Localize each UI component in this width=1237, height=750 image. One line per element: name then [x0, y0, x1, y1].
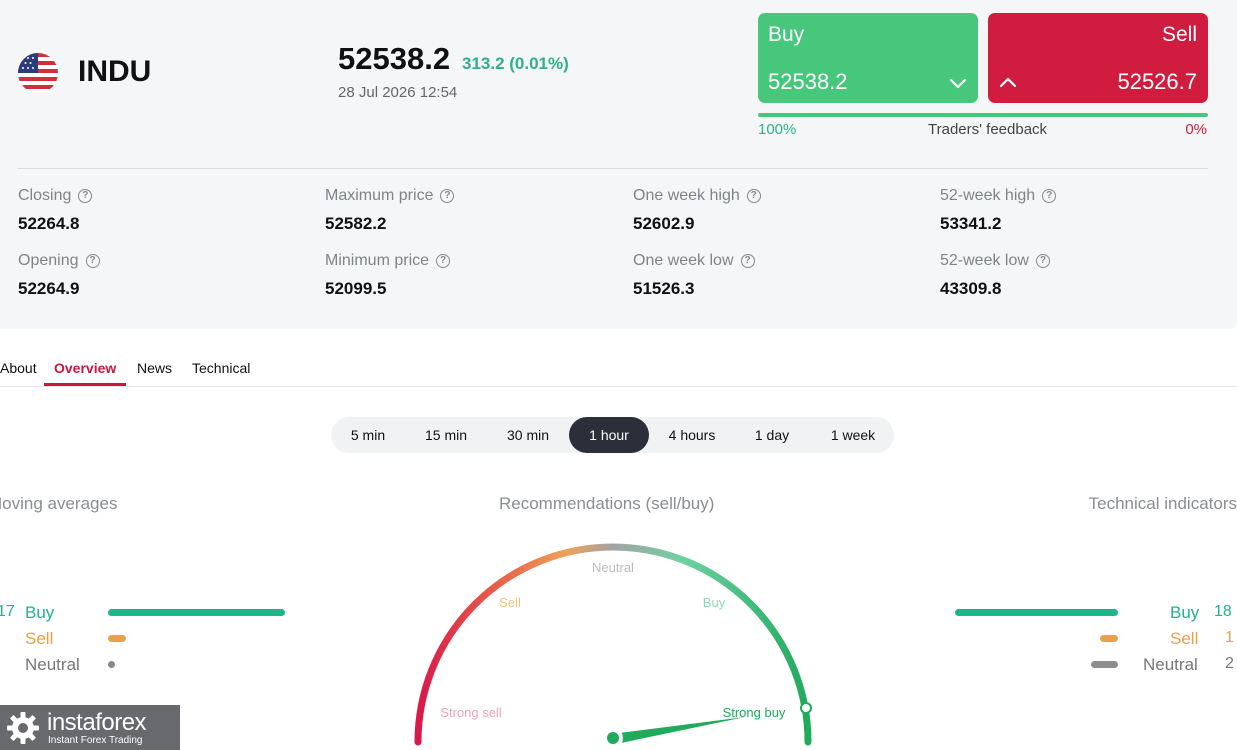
price-datetime: 28 Jul 2026 12:54: [338, 84, 458, 101]
instaforex-logo: instaforex Instant Forex Trading: [0, 705, 180, 750]
stat-value: 52602.9: [633, 214, 695, 233]
stat-value: 52582.2: [325, 214, 387, 233]
ma-buy-label: Buy: [25, 603, 55, 622]
stat-maximum-price: Maximum price? 52582.2: [325, 187, 455, 234]
gauge-level-marker: [800, 702, 812, 714]
logo-name: instaforex: [47, 709, 147, 736]
feedback-sell-percent: 0%: [1185, 121, 1207, 138]
stat-opening: Opening? 52264.9: [18, 252, 100, 299]
help-icon[interactable]: ?: [436, 254, 451, 268]
tab-about[interactable]: About: [0, 360, 37, 376]
us-flag-icon: [18, 53, 58, 93]
timeframe-30-min[interactable]: 30 min: [495, 417, 561, 453]
ma-sell-label: Sell: [25, 629, 54, 648]
stat-label: 52-week low: [940, 252, 1029, 269]
help-icon[interactable]: ?: [1042, 189, 1057, 203]
timeframe-5-min[interactable]: 5 min: [337, 417, 399, 453]
stat-52-week-low: 52-week low? 43309.8: [940, 252, 1050, 299]
ti-sell-label: Sell: [1170, 629, 1199, 648]
active-tab-indicator: [44, 383, 126, 386]
help-icon[interactable]: ?: [1035, 254, 1050, 268]
feedback-label: Traders' feedback: [928, 121, 1048, 138]
ma-neutral-bar: [108, 661, 115, 668]
tab-technical[interactable]: Technical: [192, 360, 250, 376]
gear-icon: [7, 712, 39, 744]
moving-averages-title: Moving averages: [0, 494, 118, 513]
gauge-label-neutral: Neutral: [592, 560, 634, 575]
help-icon[interactable]: ?: [740, 254, 755, 268]
stat-value: 51526.3: [633, 279, 695, 298]
stat-value: 53341.2: [940, 214, 1002, 233]
ti-buy-label: Buy: [1170, 603, 1200, 622]
stat-label: Maximum price: [325, 187, 434, 204]
stat-closing: Closing? 52264.8: [18, 187, 93, 234]
feedback-buy-percent: 100%: [758, 121, 797, 138]
ti-neutral-count: 2: [1225, 655, 1234, 672]
stat-label: One week high: [633, 187, 740, 204]
stat-52-week-high: 52-week high? 53341.2: [940, 187, 1057, 234]
ti-sell-bar: [1100, 635, 1118, 642]
buy-price: 52538.2: [768, 69, 848, 94]
help-icon[interactable]: ?: [78, 189, 93, 203]
sell-label: Sell: [1161, 23, 1197, 46]
stat-one-week-low: One week low? 51526.3: [633, 252, 755, 299]
recommendations-title: Recommendations (sell/buy): [499, 494, 715, 513]
chevron-up-icon: [999, 77, 1017, 88]
timeframe-selector: 5 min 15 min 30 min 1 hour 4 hours 1 day…: [331, 417, 894, 453]
logo-tagline: Instant Forex Trading: [48, 735, 143, 746]
gauge-needle: [611, 717, 745, 744]
stat-label: Opening: [18, 252, 79, 269]
timeframe-4-hours[interactable]: 4 hours: [657, 417, 727, 453]
tab-overview[interactable]: Overview: [54, 360, 116, 376]
gauge-label-buy: Buy: [703, 595, 726, 610]
sell-button[interactable]: Sell 52526.7: [988, 13, 1208, 103]
chevron-down-icon: [949, 78, 967, 89]
stat-one-week-high: One week high? 52602.9: [633, 187, 761, 234]
instrument-symbol: INDU: [78, 55, 152, 88]
stat-label: Minimum price: [325, 252, 430, 269]
ti-neutral-label: Neutral: [1143, 655, 1198, 674]
timeframe-1-day[interactable]: 1 day: [741, 417, 803, 453]
recommendation-gauge: Neutral Sell Buy Strong sell Strong buy: [414, 543, 812, 748]
section-tabs: About Overview News Technical: [0, 352, 1237, 387]
instrument-panel: INDU 52538.2 313.2 (0.01%) 28 Jul 2026 1…: [0, 0, 1237, 329]
ti-buy-count: 18: [1214, 603, 1232, 620]
technical-indicators-title: Technical indicators: [1088, 494, 1237, 513]
buy-label: Buy: [768, 23, 805, 46]
help-icon[interactable]: ?: [440, 189, 455, 203]
tab-news[interactable]: News: [137, 360, 172, 376]
help-icon[interactable]: ?: [746, 189, 761, 203]
stat-value: 43309.8: [940, 279, 1002, 298]
timeframe-1-hour[interactable]: 1 hour: [569, 417, 649, 453]
stat-value: 52264.9: [18, 279, 80, 298]
gauge-label-strong-buy: Strong buy: [723, 705, 786, 720]
gauge-label-strong-sell: Strong sell: [440, 705, 502, 720]
price-change: 313.2 (0.01%): [462, 54, 569, 73]
stat-label: 52-week high: [940, 187, 1036, 204]
stat-value: 52099.5: [325, 279, 387, 298]
timeframe-15-min[interactable]: 15 min: [413, 417, 479, 453]
ma-buy-count: 17: [0, 603, 15, 620]
sell-price: 52526.7: [1117, 69, 1197, 94]
stat-value: 52264.8: [18, 214, 80, 233]
stat-minimum-price: Minimum price? 52099.5: [325, 252, 451, 299]
gauge-label-sell: Sell: [499, 595, 521, 610]
ti-sell-count: 1: [1225, 629, 1234, 646]
ti-neutral-bar: [1091, 661, 1118, 668]
ma-buy-bar: [108, 609, 285, 616]
stat-label: One week low: [633, 252, 734, 269]
buy-button[interactable]: Buy 52538.2: [758, 13, 978, 103]
ma-neutral-label: Neutral: [25, 655, 80, 674]
divider: [18, 168, 1208, 169]
timeframe-1-week[interactable]: 1 week: [819, 417, 887, 453]
current-price: 52538.2: [338, 41, 451, 76]
ma-sell-bar: [108, 635, 126, 642]
ti-buy-bar: [955, 609, 1118, 616]
help-icon[interactable]: ?: [85, 254, 100, 268]
traders-feedback-bar: [758, 113, 1208, 117]
stat-label: Closing: [18, 187, 72, 204]
